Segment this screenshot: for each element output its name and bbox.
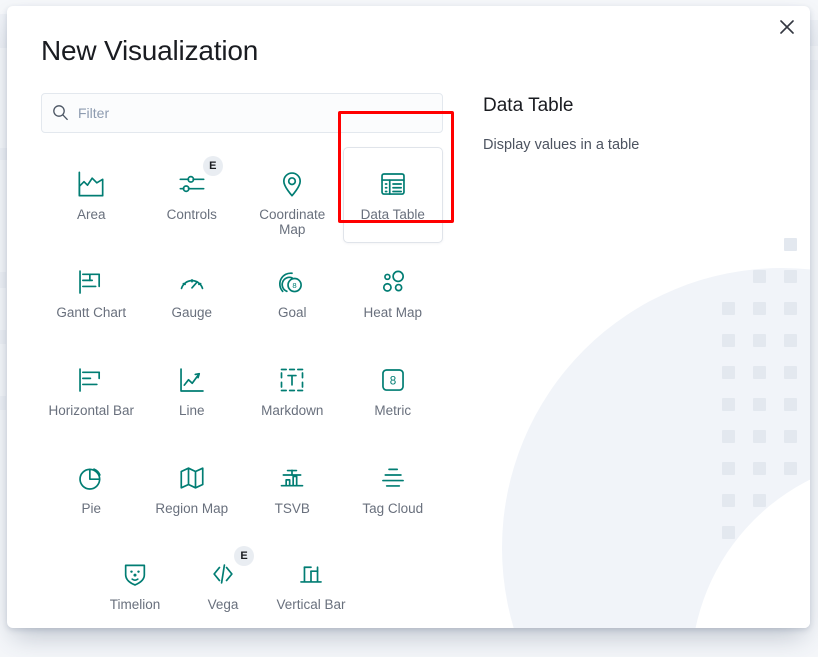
search-input[interactable] <box>41 92 443 133</box>
tag-cloud-icon <box>379 464 407 492</box>
viz-type-label: Pie <box>81 500 101 516</box>
table-icon <box>379 170 407 198</box>
viz-type-coordinate-map[interactable]: Coordinate Map <box>242 147 343 243</box>
detail-description: Display values in a table <box>483 136 640 153</box>
viz-type-label: Gauge <box>171 304 213 320</box>
viz-type-markdown[interactable]: Markdown <box>242 343 343 439</box>
experimental-badge: E <box>202 155 223 176</box>
viz-type-label: Markdown <box>261 402 324 418</box>
filter-field <box>41 92 443 133</box>
viz-type-line[interactable]: Line <box>142 343 243 439</box>
new-visualization-modal: New Visualization Area Controls E Coordinat… <box>7 6 810 628</box>
type-grid-last-row: Timelion Vega E Vertical Bar <box>41 537 443 628</box>
vega-code-icon <box>209 560 237 588</box>
viz-type-label: Timelion <box>109 596 161 612</box>
viz-type-label: Heat Map <box>363 304 423 320</box>
viz-type-label: Horizontal Bar <box>48 402 135 418</box>
viz-type-label: Vertical Bar <box>276 596 346 612</box>
viz-type-label: Tag Cloud <box>362 500 424 516</box>
viz-type-timelion[interactable]: Timelion <box>91 537 179 628</box>
viz-type-metric[interactable]: 8 Metric <box>343 343 444 439</box>
viz-type-label: Area <box>76 206 106 222</box>
metric-icon: 8 <box>379 366 407 394</box>
tsvb-icon <box>278 464 306 492</box>
region-map-icon <box>178 464 206 492</box>
svg-text:8: 8 <box>293 281 297 290</box>
viz-type-tsvb[interactable]: TSVB <box>242 441 343 537</box>
map-marker-icon <box>278 170 306 198</box>
viz-type-label: Region Map <box>155 500 229 516</box>
viz-type-label: Vega <box>207 596 239 612</box>
viz-type-goal[interactable]: 8 Goal <box>242 245 343 341</box>
viz-type-label: Coordinate Map <box>259 206 326 237</box>
viz-type-label: Controls <box>166 206 217 222</box>
type-grid: Area Controls E Coordinate Map Data Table Gan… <box>41 146 444 537</box>
viz-type-label: TSVB <box>274 500 310 516</box>
viz-type-data-table[interactable]: Data Table <box>342 146 443 243</box>
viz-type-controls[interactable]: Controls E <box>142 147 243 243</box>
markdown-icon <box>278 366 306 394</box>
close-icon[interactable] <box>772 12 802 42</box>
viz-type-pie[interactable]: Pie <box>41 441 142 537</box>
pie-chart-icon <box>77 464 105 492</box>
gauge-icon <box>178 268 206 296</box>
heat-map-icon <box>379 268 407 296</box>
area-chart-icon <box>77 170 105 198</box>
viz-type-gauge[interactable]: Gauge <box>142 245 243 341</box>
viz-type-label: Data Table <box>360 206 425 222</box>
page-title: New Visualization <box>41 35 259 66</box>
viz-type-area[interactable]: Area <box>41 147 142 243</box>
visualization-type-picker: Area Controls E Coordinate Map Data Table Gan… <box>41 92 444 628</box>
vertical-bar-icon <box>297 560 325 588</box>
detail-title: Data Table <box>483 94 574 116</box>
viz-type-label: Gantt Chart <box>56 304 127 320</box>
viz-type-gantt-chart[interactable]: Gantt Chart <box>41 245 142 341</box>
horizontal-bar-icon <box>77 366 105 394</box>
viz-type-vega[interactable]: Vega E <box>179 537 267 628</box>
controls-icon <box>178 170 206 198</box>
viz-type-tag-cloud[interactable]: Tag Cloud <box>343 441 444 537</box>
line-chart-icon <box>178 366 206 394</box>
gantt-chart-icon <box>77 268 105 296</box>
goal-icon: 8 <box>278 268 306 296</box>
svg-text:8: 8 <box>390 374 396 387</box>
type-detail-panel: Data Table Display values in a table <box>443 93 776 155</box>
viz-type-label: Goal <box>277 304 307 320</box>
viz-type-region-map[interactable]: Region Map <box>142 441 243 537</box>
viz-type-label: Metric <box>374 402 412 418</box>
viz-type-label: Line <box>178 402 205 418</box>
viz-type-heat-map[interactable]: Heat Map <box>343 245 444 341</box>
viz-type-horizontal-bar[interactable]: Horizontal Bar <box>41 343 142 439</box>
experimental-badge: E <box>234 545 254 566</box>
viz-type-vertical-bar[interactable]: Vertical Bar <box>267 537 355 628</box>
timelion-icon <box>121 560 149 588</box>
